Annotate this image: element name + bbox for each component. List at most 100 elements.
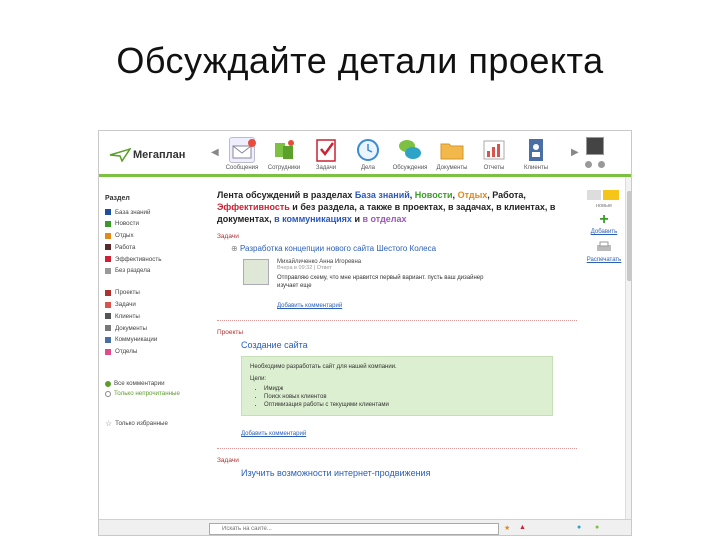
sidebar-item-label: База знаний [115,208,151,216]
comment-text: Отправляю схему, что мне нравится первый… [277,275,484,289]
print-button[interactable]: Распечатать [579,241,629,263]
goal-item: Поиск новых клиентов [264,393,544,401]
color-square-icon [105,209,111,215]
report-chart-icon [481,137,507,163]
add-discussion-button[interactable]: + Добавить [579,211,629,236]
logo[interactable]: Мегаплан [109,143,185,167]
color-square-icon [105,289,111,296]
goal-item: Имидж [264,385,544,393]
module-clients[interactable]: Клиенты [515,133,557,171]
settings-icon[interactable] [585,161,592,168]
entry-title-link[interactable]: Изучить возможности интернет-продвижения [241,468,577,478]
sidebar-item[interactable]: Работа [105,242,205,252]
search-input[interactable] [209,523,499,535]
module-tasks[interactable]: Задачи [305,133,347,171]
notification-icon[interactable]: ★ [504,524,510,532]
entry-section-label: Задачи [217,233,239,240]
module-deals[interactable]: Дела [347,133,389,171]
sidebar-item[interactable]: Новости [105,219,205,229]
section-link[interactable]: Новости [415,190,453,200]
scroll-right-arrow-icon[interactable]: ▶ [571,147,579,158]
filter-all-comments[interactable]: Все комментарии [105,379,205,389]
sidebar-item[interactable]: Проекты [105,288,205,298]
sidebar-item-label: Коммуникации [115,336,158,344]
user-online-icon[interactable]: ● [595,524,599,531]
sidebar-item[interactable]: Отделы [105,347,205,357]
vertical-scrollbar[interactable] [625,177,631,519]
module-label: Задачи [315,165,337,171]
app-window: Мегаплан ◀ Сообщения Сотрудники Задачи Д… [98,130,632,536]
user-avatar[interactable] [586,137,604,155]
filter-label: Все комментарии [114,380,165,388]
section-link[interactable]: в коммуникациях [274,214,352,224]
scrollbar-thumb[interactable] [627,191,631,281]
add-comment-link[interactable]: Добавить комментарий [241,431,306,437]
goals-label: Цели: [250,376,267,382]
sidebar-item-label: Работа [115,243,136,251]
alert-icon[interactable]: ▲ [519,524,526,531]
module-reports[interactable]: Отчеты [473,133,515,171]
filter-label: Только избранные [115,420,168,428]
scroll-left-arrow-icon[interactable]: ◀ [211,147,219,158]
sidebar-item-label: Клиенты [115,312,140,320]
sidebar-item[interactable]: Задачи [105,300,205,310]
module-label: Отчеты [483,165,505,171]
toggle-icon [587,190,619,200]
section-link[interactable]: База знаний [355,190,410,200]
entry-section-label: Задачи [217,457,239,464]
sidebar-item[interactable]: База знаний [105,207,205,217]
comment-meta: Вчера в 09:32 | Ответ [277,265,332,271]
module-employees[interactable]: Сотрудники [263,133,305,171]
right-panel: новые + Добавить Распечатать [579,189,629,263]
module-label: Обсуждения [392,165,428,171]
section-link[interactable]: Отдых [458,190,488,200]
sidebar-item-label: Без раздела [115,267,151,275]
add-comment-link[interactable]: Добавить комментарий [277,303,342,309]
discussion-feed: Лента обсуждений в разделах База знаний,… [217,189,577,478]
sidebar-item[interactable]: Документы [105,323,205,333]
sidebar-item-label: Задачи [115,301,136,309]
section-link[interactable]: Работа [492,190,523,200]
color-square-icon [105,232,111,239]
radio-selected-icon [105,380,111,387]
filter-unread-comments[interactable]: Только непрочитанные [105,389,205,399]
divider [217,448,577,449]
star-icon: ☆ [105,419,113,429]
filter-label: Только непрочитанные [114,390,180,398]
client-card-icon [523,137,549,163]
sidebar-item[interactable]: Клиенты [105,311,205,321]
sidebar-item-label: Новости [115,220,139,228]
logo-text: Мегаплан [133,149,186,161]
module-label: Клиенты [523,165,549,171]
entry-title-link[interactable]: ⊕ Разработка концепции нового сайта Шест… [231,244,577,253]
sidebar-item[interactable]: Эффективность [105,254,205,264]
color-square-icon [105,267,111,274]
logout-icon[interactable] [598,161,605,168]
plus-icon: + [599,211,609,228]
module-discussions[interactable]: Обсуждения [389,133,431,171]
commenter-avatar [243,259,269,285]
sidebar-item-label: Отдых [115,232,134,240]
project-title-link[interactable]: Создание сайта [241,340,577,350]
filter-favorites[interactable]: ☆ Только избранные [105,419,205,429]
sidebar-item[interactable]: Отдых [105,231,205,241]
chat-icon[interactable]: ● [577,524,581,531]
sidebar: Раздел База знаний Новости Отдых Работа Эффе… [105,195,205,429]
print-label: Распечатать [586,257,622,263]
module-documents[interactable]: Документы [431,133,473,171]
comment: Михайличенко Анна Игоревна Вчера в 09:32… [243,259,577,290]
sidebar-item[interactable]: Без раздела [105,266,205,276]
project-intro: Необходимо разработать сайт для нашей ко… [250,364,397,370]
module-label: Сообщения [225,165,259,171]
sidebar-item-label: Документы [115,324,147,332]
color-square-icon [105,313,111,320]
sidebar-item[interactable]: Коммуникации [105,335,205,345]
new-items-toggle[interactable]: новые [579,189,629,209]
module-messages[interactable]: Сообщения [221,133,263,171]
color-square-icon [105,256,111,263]
color-square-icon [105,325,111,332]
clock-icon [355,137,381,163]
section-link[interactable]: Эффективность [217,202,290,212]
color-square-icon [105,348,111,355]
section-link[interactable]: в отделах [362,214,406,224]
